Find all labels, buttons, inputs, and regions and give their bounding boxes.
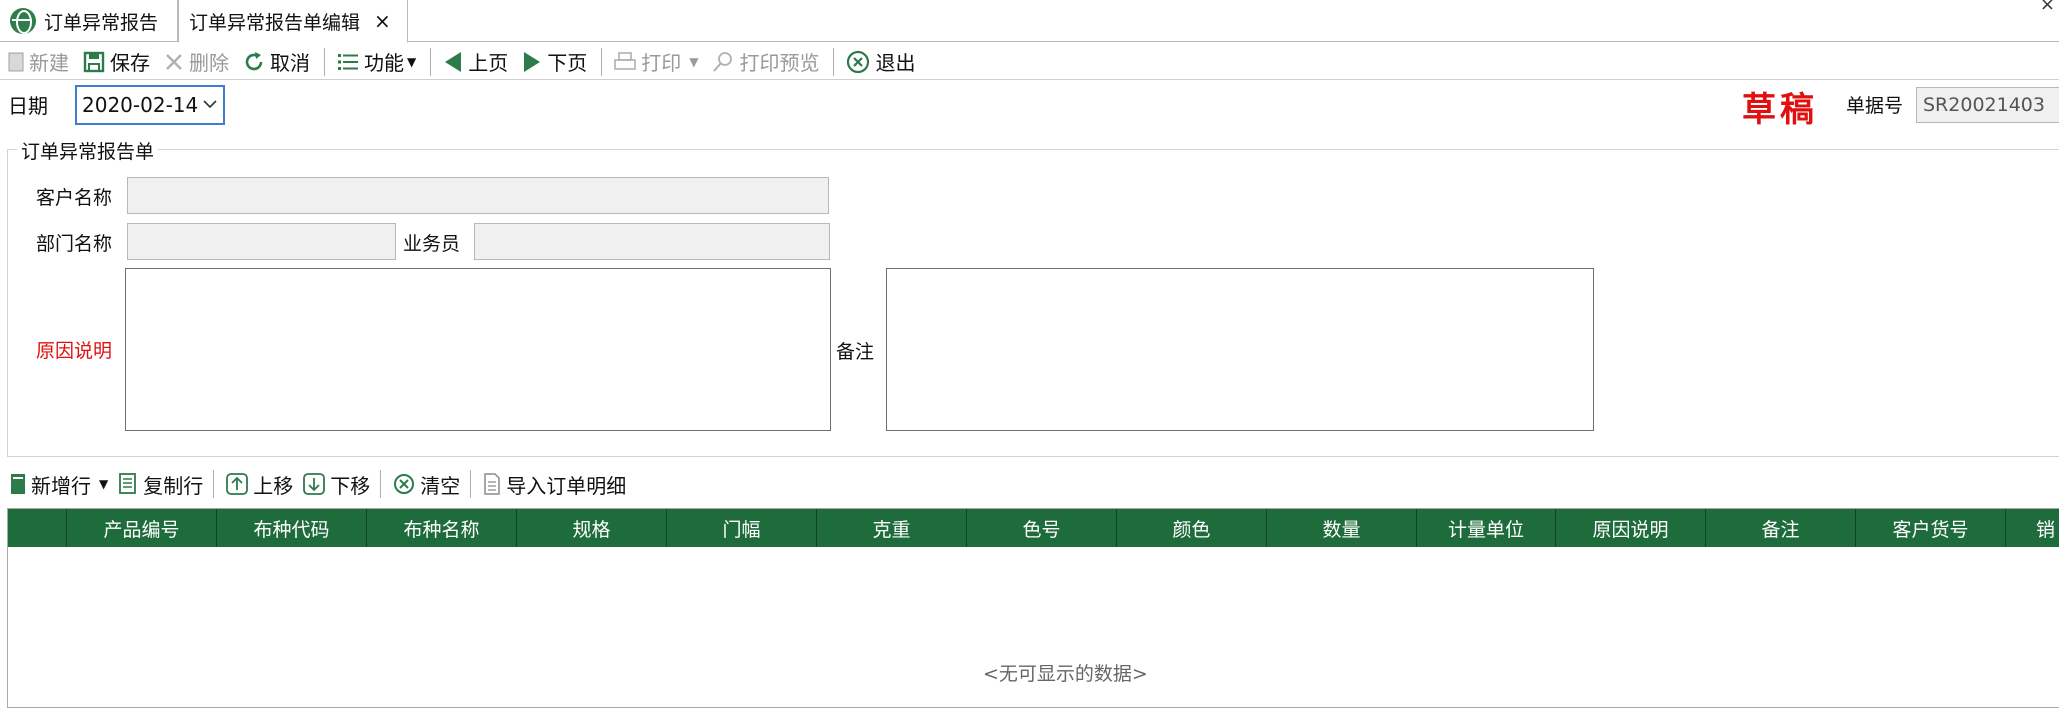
column-header[interactable]: 布种名称 — [367, 509, 517, 547]
column-header[interactable]: 色号 — [967, 509, 1117, 547]
printer-icon — [614, 51, 637, 72]
move-up-button[interactable]: 上移 — [226, 470, 293, 499]
column-header[interactable]: 规格 — [517, 509, 667, 547]
add-row-icon — [10, 473, 26, 495]
import-order-detail-button[interactable]: 导入订单明细 — [483, 470, 626, 499]
toolbar-separator — [430, 47, 432, 76]
date-label: 日期 — [8, 94, 48, 118]
tab-order-exception-report[interactable]: 订单异常报告 — [0, 0, 178, 42]
move-down-button[interactable]: 下移 — [303, 470, 370, 499]
prev-page-button[interactable]: 上页 — [443, 47, 508, 76]
arrow-down-icon — [303, 473, 326, 495]
customer-label: 客户名称 — [36, 187, 113, 209]
function-menu-button[interactable]: 功能 ▼ — [337, 47, 416, 76]
department-label: 部门名称 — [36, 233, 113, 255]
column-header[interactable]: 原因说明 — [1556, 509, 1706, 547]
date-picker[interactable]: 2020-02-14 — [75, 85, 225, 125]
save-button[interactable]: 保存 — [83, 47, 150, 76]
reason-textarea[interactable] — [125, 268, 831, 431]
exit-button[interactable]: 退出 — [846, 47, 915, 76]
new-document-icon — [8, 52, 24, 72]
docno-field[interactable]: SR20021403 — [1916, 87, 2059, 123]
status-stamp: 草稿 — [1742, 90, 1818, 130]
toolbar-separator — [324, 47, 325, 76]
delete-button[interactable]: 删除 — [164, 47, 229, 76]
dropdown-caret-icon: ▼ — [407, 54, 417, 69]
toolbar-separator — [833, 47, 835, 76]
print-button[interactable]: 打印 ▼ — [614, 47, 698, 76]
remark-textarea[interactable] — [886, 268, 1594, 431]
window-close-icon[interactable]: × — [2040, 0, 2055, 15]
toolbar-separator — [213, 470, 215, 498]
dropdown-caret-icon: ▼ — [689, 54, 699, 69]
column-header[interactable]: 布种代码 — [217, 509, 367, 547]
remark-label: 备注 — [836, 341, 875, 363]
document-icon — [483, 473, 501, 495]
department-name-field[interactable] — [127, 223, 396, 260]
copy-icon — [118, 473, 138, 495]
cancel-button[interactable]: 取消 — [243, 47, 310, 76]
tab-bar: 订单异常报告 订单异常报告单编辑 × × — [0, 0, 2059, 43]
column-header[interactable]: 门幅 — [667, 509, 817, 547]
tab-label: 订单异常报告 — [44, 11, 159, 34]
customer-name-field[interactable] — [127, 177, 829, 214]
docno-label: 单据号 — [1846, 95, 1904, 117]
clear-button[interactable]: 清空 — [393, 470, 460, 499]
column-header[interactable]: 克重 — [817, 509, 967, 547]
column-header[interactable]: 计量单位 — [1417, 509, 1556, 547]
column-header[interactable]: 备注 — [1706, 509, 1856, 547]
row-indicator-header — [8, 509, 67, 547]
list-icon — [337, 52, 359, 72]
triangle-right-icon — [522, 51, 542, 73]
refresh-icon — [243, 51, 265, 73]
next-page-button[interactable]: 下页 — [522, 47, 587, 76]
tab-order-exception-edit[interactable]: 订单异常报告单编辑 × — [178, 0, 408, 43]
circle-x-icon — [393, 473, 415, 495]
detail-toolbar: 新增行 ▼ 复制行 上移 下移 清空 导入订单明细 — [10, 467, 636, 501]
column-header[interactable]: 数量 — [1267, 509, 1417, 547]
triangle-left-icon — [443, 51, 463, 73]
arrow-up-icon — [226, 473, 249, 495]
grid-header: 产品编号 布种代码 布种名称 规格 门幅 克重 色号 颜色 数量 计量单位 原因… — [8, 509, 2059, 547]
circle-x-icon — [846, 50, 870, 74]
close-icon[interactable]: × — [374, 9, 391, 33]
column-header[interactable]: 产品编号 — [67, 509, 217, 547]
grid-empty-message: <无可显示的数据> — [983, 663, 1148, 685]
dropdown-caret-icon: ▼ — [99, 477, 109, 491]
save-icon — [83, 51, 105, 73]
add-row-button[interactable]: 新增行 ▼ — [10, 470, 108, 499]
group-title: 订单异常报告单 — [17, 137, 159, 164]
detail-grid: 产品编号 布种代码 布种名称 规格 门幅 克重 色号 颜色 数量 计量单位 原因… — [7, 508, 2059, 708]
chevron-down-icon[interactable] — [203, 97, 217, 113]
magnifier-icon — [712, 51, 734, 73]
column-header[interactable]: 客户货号 — [1856, 509, 2006, 547]
delete-x-icon — [164, 52, 184, 72]
tab-label: 订单异常报告单编辑 — [189, 11, 361, 34]
column-header[interactable]: 销 — [2006, 509, 2059, 547]
copy-row-button[interactable]: 复制行 — [118, 470, 203, 499]
toolbar-separator — [470, 470, 472, 498]
column-header[interactable]: 颜色 — [1117, 509, 1267, 547]
toolbar-separator — [601, 47, 603, 76]
toolbar-separator — [380, 470, 382, 498]
new-button[interactable]: 新建 — [8, 47, 69, 76]
date-value: 2020-02-14 — [82, 93, 199, 117]
globe-icon — [10, 8, 36, 34]
reason-label: 原因说明 — [36, 340, 113, 362]
print-preview-button[interactable]: 打印预览 — [712, 47, 819, 76]
main-toolbar: 新建 保存 删除 取消 功能 ▼ 上页 下页 打印 ▼ 打印预览 退出 — [0, 44, 2059, 80]
salesman-label: 业务员 — [403, 233, 461, 255]
salesman-field[interactable] — [474, 223, 830, 260]
